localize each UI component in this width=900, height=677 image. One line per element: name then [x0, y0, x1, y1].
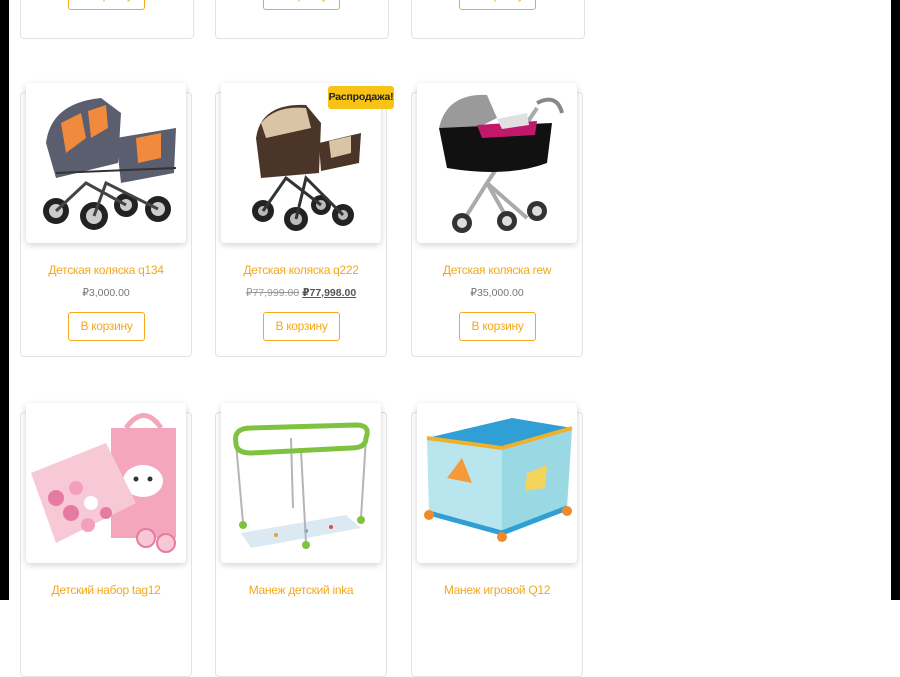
product-card-top-2: В корзину — [215, 0, 389, 39]
sale-badge: Распродажа! — [328, 86, 394, 109]
product-image-playpen-green[interactable] — [221, 403, 381, 563]
add-to-cart-button[interactable]: В корзину — [68, 312, 145, 341]
add-to-cart-button[interactable]: В корзину — [459, 312, 536, 341]
old-price: ₽77,999.00 — [245, 287, 300, 299]
product-name[interactable]: Детская коляска rew — [412, 263, 582, 277]
product-card: Манеж детский inka — [215, 403, 387, 677]
product-card: Детский набор tag12 — [20, 403, 192, 677]
product-image-stroller-gray-pink[interactable] — [417, 83, 577, 243]
add-to-cart-button[interactable]: В корзину — [263, 312, 340, 341]
add-to-cart-button[interactable]: В корзину — [263, 0, 340, 10]
product-card: Детская коляска rew ₽35,000.00 В корзину — [411, 83, 583, 357]
product-price: ₽3,000.00 — [82, 287, 130, 299]
product-card: Детская коляска q222 ₽77,999.00 ₽77,998.0… — [215, 83, 387, 357]
product-card: Детская коляска q134 ₽3,000.00 В корзину — [20, 83, 192, 357]
product-name[interactable]: Манеж игровой Q12 — [412, 583, 582, 597]
product-card-top-1: В корзину — [20, 0, 194, 39]
add-to-cart-button[interactable]: В корзину — [68, 0, 145, 10]
product-name[interactable]: Детская коляска q134 — [21, 263, 191, 277]
product-image-playpen-blue-orange[interactable] — [417, 403, 577, 563]
product-card-top-3: В корзину — [411, 0, 585, 39]
product-image-stroller-orange-gray[interactable] — [26, 83, 186, 243]
product-name[interactable]: Детский набор tag12 — [21, 583, 191, 597]
product-name[interactable]: Манеж детский inka — [216, 583, 386, 597]
product-image-hair-accessory-set-pink[interactable] — [26, 403, 186, 563]
product-price: ₽35,000.00 — [470, 287, 524, 299]
sale-price: ₽77,998.00 — [302, 287, 357, 299]
add-to-cart-button[interactable]: В корзину — [459, 0, 536, 10]
page-edge-left — [0, 0, 9, 600]
page-edge-right — [891, 0, 900, 600]
product-card: Манеж игровой Q12 — [411, 403, 583, 677]
product-name[interactable]: Детская коляска q222 — [216, 263, 386, 277]
product-price: ₽77,999.00 ₽77,998.00 — [216, 287, 386, 299]
